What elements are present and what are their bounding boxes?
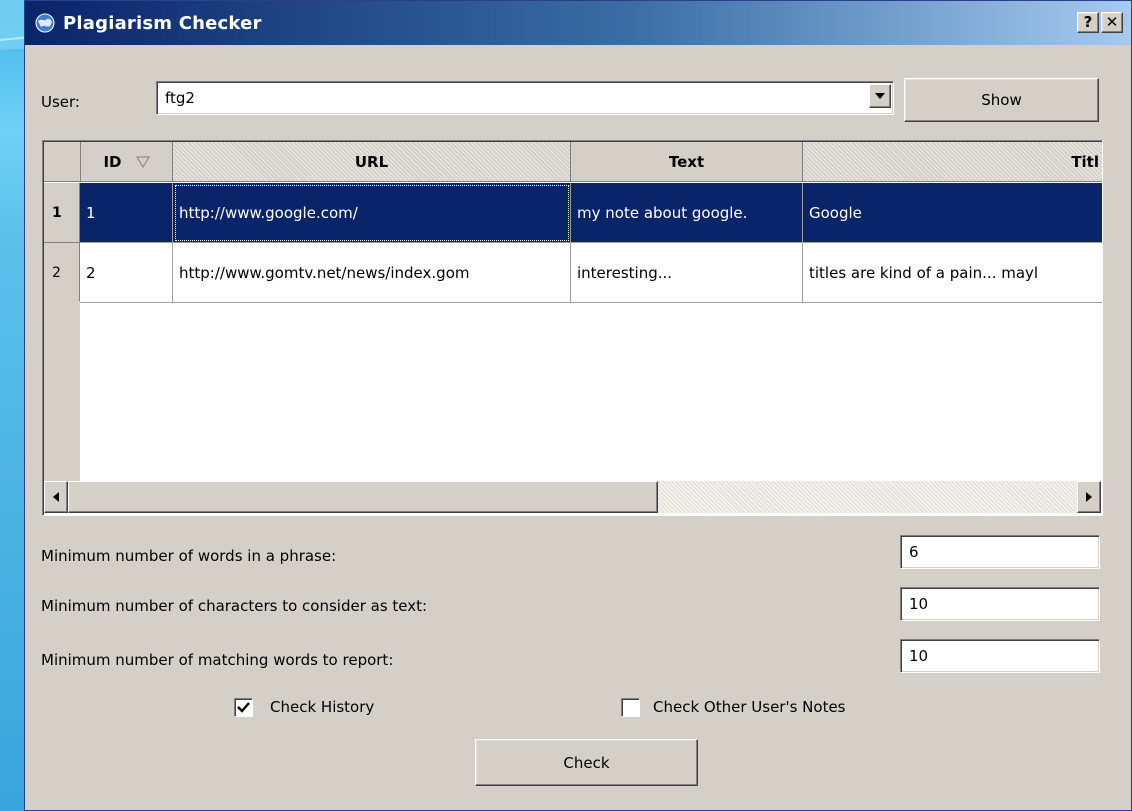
min-words-input[interactable]: 6 bbox=[900, 535, 1100, 569]
checkmark-icon bbox=[237, 702, 250, 713]
row-header-gutter bbox=[44, 301, 80, 481]
help-button[interactable]: ? bbox=[1077, 12, 1099, 33]
corner-header bbox=[44, 142, 81, 182]
column-header-id[interactable]: ID bbox=[81, 142, 173, 182]
title-bar: Plagiarism Checker ? ✕ bbox=[25, 1, 1131, 45]
scroll-right-button[interactable] bbox=[1077, 481, 1101, 513]
min-chars-label: Minimum number of characters to consider… bbox=[41, 597, 428, 615]
check-button[interactable]: Check bbox=[475, 739, 698, 786]
horizontal-scrollbar[interactable] bbox=[44, 481, 1101, 513]
check-history-label[interactable]: Check History bbox=[270, 698, 374, 716]
row-number[interactable]: 1 bbox=[44, 183, 80, 243]
cell-title[interactable]: Google bbox=[803, 183, 1102, 243]
scroll-left-button[interactable] bbox=[44, 481, 68, 513]
cell-url[interactable]: http://www.google.com/ bbox=[173, 183, 571, 243]
close-button[interactable]: ✕ bbox=[1101, 12, 1123, 33]
cell-text[interactable]: interesting... bbox=[571, 243, 803, 303]
table-row[interactable]: 2 2 http://www.gomtv.net/news/index.gom … bbox=[43, 243, 1102, 303]
sort-indicator-icon bbox=[135, 156, 150, 168]
scroll-thumb[interactable] bbox=[68, 481, 658, 513]
user-combobox-value: ftg2 bbox=[165, 89, 195, 107]
check-other-users-checkbox[interactable] bbox=[621, 698, 640, 717]
cell-id[interactable]: 1 bbox=[80, 183, 173, 243]
min-words-label: Minimum number of words in a phrase: bbox=[41, 547, 337, 565]
notes-table: ID URL Text Titl 1 1 http://www.google.c… bbox=[42, 140, 1103, 516]
row-number[interactable]: 2 bbox=[44, 243, 80, 303]
min-match-input[interactable]: 10 bbox=[900, 639, 1100, 673]
column-header-text[interactable]: Text bbox=[571, 142, 803, 182]
app-globe-icon bbox=[35, 13, 55, 33]
cell-id[interactable]: 2 bbox=[80, 243, 173, 303]
min-chars-input[interactable]: 10 bbox=[900, 587, 1100, 621]
column-header-url[interactable]: URL bbox=[173, 142, 571, 182]
chevron-down-icon[interactable] bbox=[869, 84, 891, 108]
plagiarism-checker-dialog: Plagiarism Checker ? ✕ User: ftg2 Show I… bbox=[24, 0, 1132, 811]
column-header-title[interactable]: Titl bbox=[803, 142, 1102, 182]
arrow-left-icon bbox=[53, 492, 59, 502]
table-row[interactable]: 1 1 http://www.google.com/ my note about… bbox=[43, 183, 1102, 243]
check-other-users-label[interactable]: Check Other User's Notes bbox=[653, 698, 846, 716]
arrow-right-icon bbox=[1086, 492, 1092, 502]
cell-title[interactable]: titles are kind of a pain... mayl bbox=[803, 243, 1102, 303]
cell-url[interactable]: http://www.gomtv.net/news/index.gom bbox=[173, 243, 571, 303]
window-title: Plagiarism Checker bbox=[63, 12, 262, 34]
show-button[interactable]: Show bbox=[904, 78, 1099, 122]
user-label: User: bbox=[41, 93, 80, 111]
user-combobox[interactable]: ftg2 bbox=[156, 81, 894, 115]
cell-text[interactable]: my note about google. bbox=[571, 183, 803, 243]
column-header-id-label: ID bbox=[103, 152, 122, 171]
check-history-checkbox[interactable] bbox=[234, 698, 253, 717]
min-match-label: Minimum number of matching words to repo… bbox=[41, 651, 394, 669]
